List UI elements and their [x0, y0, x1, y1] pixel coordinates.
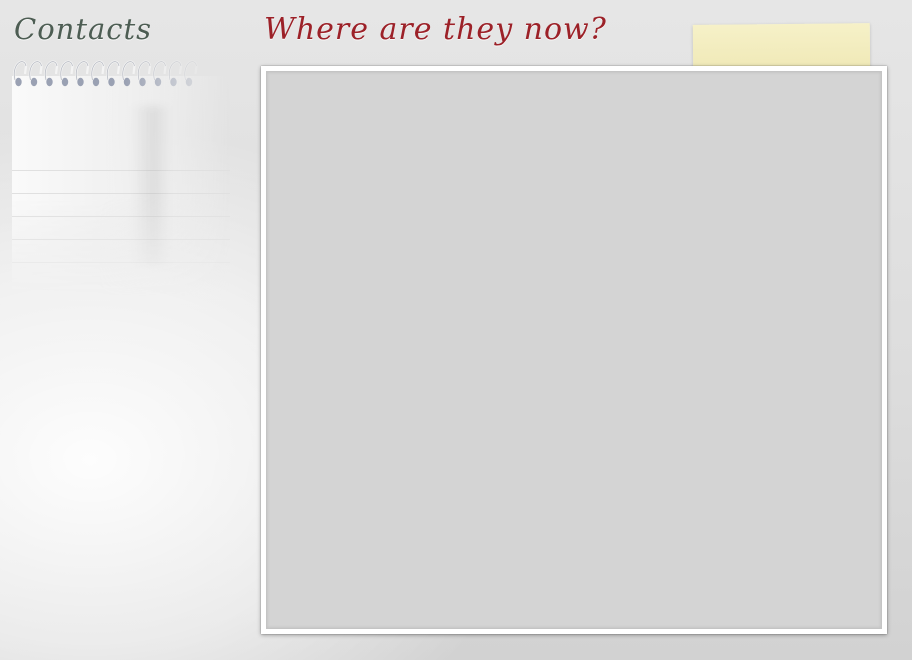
spiral-coil: [106, 60, 121, 81]
spiral-hole: [154, 77, 162, 87]
contacts-title: Contacts: [14, 12, 153, 46]
spiral-coil: [137, 60, 152, 81]
spiral-hole: [170, 77, 177, 87]
spiral-hole: [15, 77, 22, 87]
spiral-coil: [75, 60, 90, 81]
spiral-hole: [46, 77, 53, 87]
notepad-sheet: [12, 76, 230, 296]
notepad-lines: [12, 148, 230, 278]
spiral-coil: [59, 60, 74, 81]
spiral-hole: [139, 77, 146, 87]
spiral-coil: [168, 60, 183, 81]
where-are-they-now-title: Where are they now?: [264, 12, 607, 47]
spiral-coil: [44, 60, 59, 81]
spiral-coil: [183, 60, 198, 81]
spiral-binding-icon: [13, 60, 198, 87]
spiral-coil: [13, 60, 28, 81]
spiral-coil: [152, 60, 167, 81]
spiral-coil: [121, 60, 136, 81]
spiral-hole: [108, 77, 115, 87]
contacts-notepad[interactable]: [10, 54, 230, 296]
spiral-coil: [28, 60, 43, 81]
spiral-hole: [185, 77, 193, 87]
spiral-hole: [30, 77, 38, 87]
spiral-hole: [92, 77, 100, 87]
spiral-coil: [90, 60, 105, 81]
photo-area[interactable]: [266, 71, 882, 629]
spiral-hole: [123, 77, 131, 87]
notepad-page-curl: [130, 106, 170, 266]
spiral-hole: [61, 77, 69, 87]
spiral-hole: [77, 77, 84, 87]
photo-frame: [261, 66, 887, 634]
